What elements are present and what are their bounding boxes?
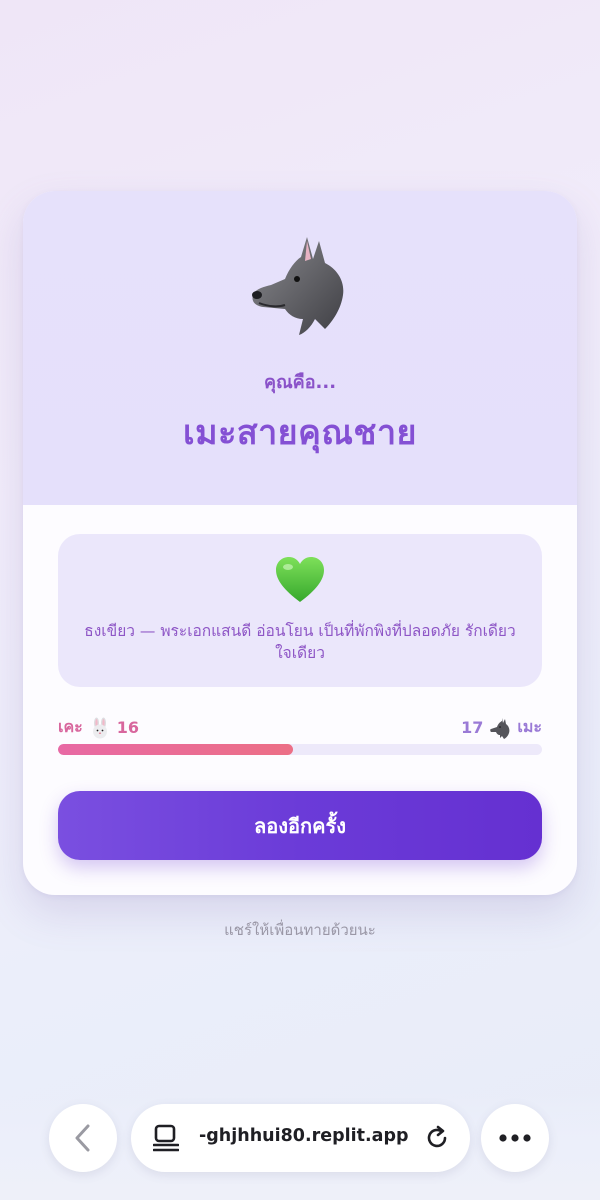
more-icon <box>499 1134 531 1142</box>
score-left: เคะ 16 <box>58 715 139 740</box>
result-description: ธงเขียว — พระเอกแสนดี อ่อนโยน เป็นที่พัก… <box>84 622 516 662</box>
score-progress-bar <box>58 744 542 755</box>
reload-icon[interactable] <box>423 1124 451 1152</box>
address-bar[interactable]: -ghjhhui80.replit.app <box>131 1104 470 1172</box>
result-card: คุณคือ... เมะสายคุณชาย ธงเขียว — พระเอกแ… <box>23 191 577 895</box>
more-options-button[interactable] <box>481 1104 549 1172</box>
result-title: เมะสายคุณชาย <box>183 413 417 453</box>
tabs-icon[interactable] <box>153 1124 179 1152</box>
green-heart-icon <box>276 557 324 602</box>
wolf-icon <box>252 237 344 335</box>
back-button[interactable] <box>49 1104 117 1172</box>
score-right-value: 17 <box>461 718 484 737</box>
share-hint: แชร์ให้เพื่อนทายด้วยนะ <box>224 921 376 939</box>
score-right-label: เมะ <box>517 717 542 736</box>
result-subtitle: คุณคือ... <box>263 372 337 393</box>
result-header: คุณคือ... เมะสายคุณชาย <box>23 191 577 505</box>
wolf-icon <box>490 717 510 739</box>
chevron-left-icon <box>75 1124 90 1152</box>
rabbit-icon <box>92 717 107 738</box>
description-box: ธงเขียว — พระเอกแสนดี อ่อนโยน เป็นที่พัก… <box>58 534 542 687</box>
score-right: 17 เมะ <box>461 715 542 740</box>
score-left-value: 16 <box>116 718 140 737</box>
url-text[interactable]: -ghjhhui80.replit.app <box>199 1126 409 1146</box>
retry-button[interactable]: ลองอีกครั้ง <box>58 791 542 860</box>
score-progress-fill <box>58 744 293 755</box>
score-left-label: เคะ <box>58 717 83 736</box>
